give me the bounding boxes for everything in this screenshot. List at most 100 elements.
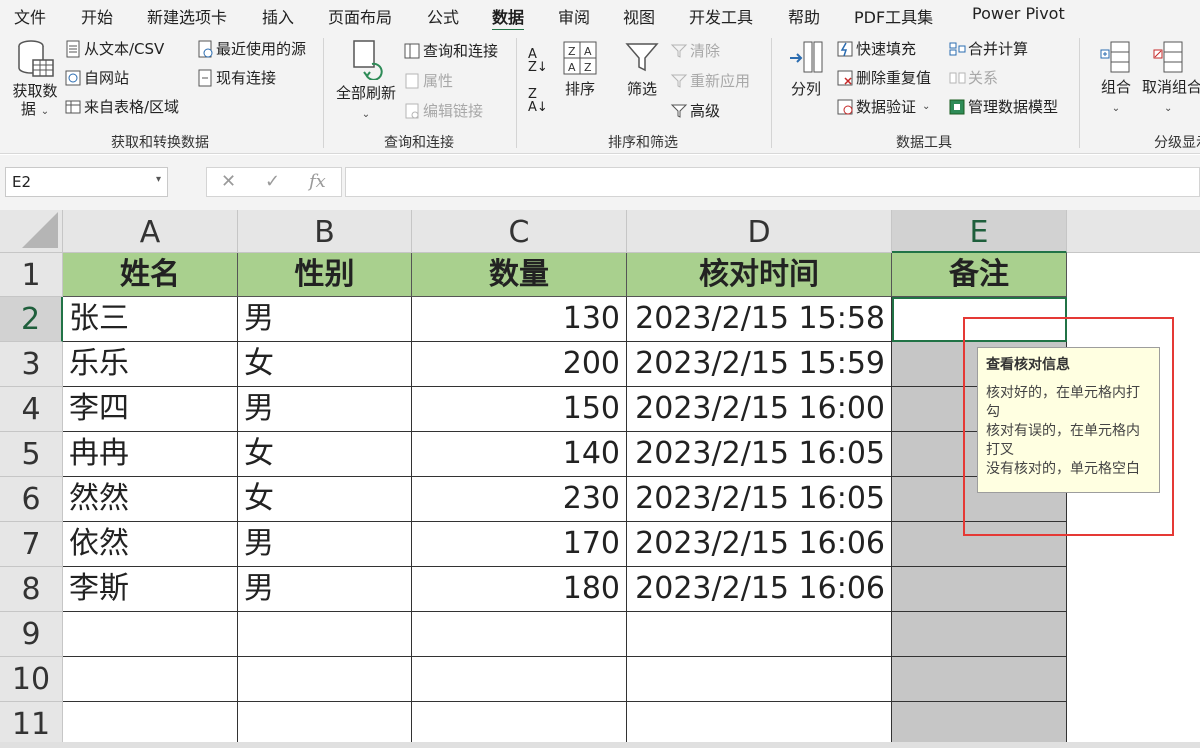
row-header-3[interactable]: 3 xyxy=(0,342,63,387)
table-cell[interactable]: 李四 xyxy=(63,387,238,432)
chevron-down-icon[interactable]: ▾ xyxy=(156,174,161,185)
table-cell[interactable]: 男 xyxy=(238,567,412,612)
remove-duplicates-button[interactable]: 删除重复值 xyxy=(836,67,931,88)
tab-insert[interactable]: 插入 xyxy=(262,4,294,28)
table-cell[interactable]: 男 xyxy=(238,297,412,342)
table-cell[interactable]: 2023/2/15 16:06 xyxy=(627,522,892,567)
empty-cell[interactable] xyxy=(892,612,1067,657)
empty-cell[interactable] xyxy=(238,612,412,657)
flash-fill-button[interactable]: 快速填充 xyxy=(836,38,916,59)
select-all-button[interactable] xyxy=(0,210,63,253)
header-cell-remark[interactable]: 备注 xyxy=(892,253,1067,297)
sort-descending-button[interactable]: Z A↓ xyxy=(528,88,548,114)
header-cell-name[interactable]: 姓名 xyxy=(63,253,238,297)
consolidate-button[interactable]: 合并计算 xyxy=(948,38,1028,59)
from-text-csv-button[interactable]: 从文本/CSV xyxy=(64,38,164,59)
properties-button[interactable]: 属性 xyxy=(403,70,453,91)
header-cell-gender[interactable]: 性别 xyxy=(238,253,412,297)
row-header-8[interactable]: 8 xyxy=(0,567,63,612)
table-cell[interactable]: 130 xyxy=(412,297,627,342)
table-cell[interactable]: 女 xyxy=(238,477,412,522)
table-cell[interactable]: 张三 xyxy=(63,297,238,342)
column-header-e[interactable]: E xyxy=(892,210,1067,253)
manage-data-model-button[interactable]: 管理数据模型 xyxy=(948,96,1058,117)
advanced-filter-button[interactable]: 高级 xyxy=(670,100,720,121)
row-header-6[interactable]: 6 xyxy=(0,477,63,522)
existing-connections-button[interactable]: 现有连接 xyxy=(196,67,276,88)
empty-cell[interactable] xyxy=(412,612,627,657)
table-cell[interactable]: 2023/2/15 16:05 xyxy=(627,477,892,522)
header-cell-quantity[interactable]: 数量 xyxy=(412,253,627,297)
row-header-4[interactable]: 4 xyxy=(0,387,63,432)
table-cell[interactable] xyxy=(892,567,1067,612)
table-cell[interactable]: 140 xyxy=(412,432,627,477)
table-cell[interactable]: 2023/2/15 15:59 xyxy=(627,342,892,387)
recent-sources-button[interactable]: 最近使用的源 xyxy=(196,38,306,59)
empty-cell[interactable] xyxy=(412,657,627,702)
table-cell[interactable]: 冉冉 xyxy=(63,432,238,477)
clear-filter-button[interactable]: 清除 xyxy=(670,40,720,61)
get-data-button[interactable]: 获取数 据 ⌄ xyxy=(8,38,62,118)
tab-file[interactable]: 文件 xyxy=(14,4,46,28)
empty-cell[interactable] xyxy=(627,657,892,702)
table-cell[interactable]: 女 xyxy=(238,342,412,387)
table-cell[interactable]: 依然 xyxy=(63,522,238,567)
tab-pdf-tools[interactable]: PDF工具集 xyxy=(854,4,933,28)
row-header-10[interactable]: 10 xyxy=(0,657,63,702)
insert-function-icon[interactable]: fx xyxy=(309,171,326,192)
table-cell[interactable]: 150 xyxy=(412,387,627,432)
table-cell[interactable]: 然然 xyxy=(63,477,238,522)
empty-cell[interactable] xyxy=(63,657,238,702)
filter-button[interactable]: 筛选 xyxy=(620,40,664,99)
tab-page-layout[interactable]: 页面布局 xyxy=(328,4,392,28)
table-cell[interactable]: 女 xyxy=(238,432,412,477)
enter-icon[interactable]: ✓ xyxy=(265,171,280,192)
tab-developer[interactable]: 开发工具 xyxy=(689,4,753,28)
relationships-button[interactable]: 关系 xyxy=(948,67,998,88)
column-header-d[interactable]: D xyxy=(627,210,892,253)
row-header-1[interactable]: 1 xyxy=(0,253,63,297)
column-header-c[interactable]: C xyxy=(412,210,627,253)
table-cell[interactable]: 2023/2/15 16:06 xyxy=(627,567,892,612)
column-header-a[interactable]: A xyxy=(63,210,238,253)
reapply-button[interactable]: 重新应用 xyxy=(670,70,750,91)
sort-button[interactable]: ZA AZ 排序 xyxy=(560,40,600,99)
row-header-2[interactable]: 2 xyxy=(0,297,63,342)
table-cell[interactable]: 180 xyxy=(412,567,627,612)
text-to-columns-button[interactable]: 分列 xyxy=(786,40,826,99)
sort-ascending-button[interactable]: A Z↓ xyxy=(528,48,548,74)
tab-view[interactable]: 视图 xyxy=(623,4,655,28)
formula-input[interactable] xyxy=(345,167,1200,197)
empty-cell[interactable] xyxy=(892,657,1067,702)
group-button[interactable]: 组合 ⌄ xyxy=(1094,40,1138,115)
empty-cell[interactable] xyxy=(627,612,892,657)
from-table-button[interactable]: 来自表格/区域 xyxy=(64,96,179,117)
table-cell[interactable]: 2023/2/15 15:58 xyxy=(627,297,892,342)
tab-formulas[interactable]: 公式 xyxy=(427,4,459,28)
tab-new-tab[interactable]: 新建选项卡 xyxy=(147,4,227,28)
refresh-all-button[interactable]: 全部刷新 ⌄ xyxy=(334,38,398,121)
empty-cell[interactable] xyxy=(63,612,238,657)
from-web-button[interactable]: 自网站 xyxy=(64,67,129,88)
table-cell[interactable]: 乐乐 xyxy=(63,342,238,387)
table-cell[interactable]: 男 xyxy=(238,387,412,432)
tab-power-pivot[interactable]: Power Pivot xyxy=(972,4,1065,23)
table-cell[interactable]: 男 xyxy=(238,522,412,567)
table-cell[interactable]: 170 xyxy=(412,522,627,567)
queries-connections-button[interactable]: 查询和连接 xyxy=(403,40,498,61)
row-header-5[interactable]: 5 xyxy=(0,432,63,477)
table-cell[interactable]: 230 xyxy=(412,477,627,522)
tab-help[interactable]: 帮助 xyxy=(788,4,820,28)
name-box[interactable]: E2 ▾ xyxy=(5,167,168,197)
ungroup-button[interactable]: 取消组合 ⌄ xyxy=(1142,40,1200,115)
table-cell[interactable]: 2023/2/15 16:00 xyxy=(627,387,892,432)
table-cell[interactable]: 李斯 xyxy=(63,567,238,612)
column-header-b[interactable]: B xyxy=(238,210,412,253)
row-header-9[interactable]: 9 xyxy=(0,612,63,657)
row-header-7[interactable]: 7 xyxy=(0,522,63,567)
table-cell[interactable]: 2023/2/15 16:05 xyxy=(627,432,892,477)
empty-cell[interactable] xyxy=(238,657,412,702)
data-validation-button[interactable]: 数据验证 ⌄ xyxy=(836,96,930,117)
tab-home[interactable]: 开始 xyxy=(81,4,113,28)
table-cell[interactable]: 200 xyxy=(412,342,627,387)
